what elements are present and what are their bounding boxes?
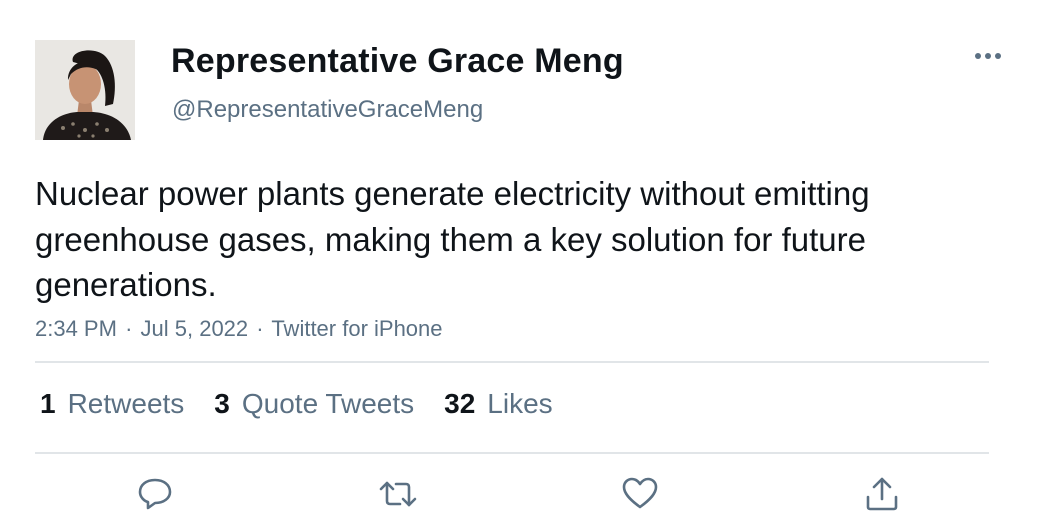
quote-tweets-stat[interactable]: 3 Quote Tweets: [214, 388, 414, 420]
quote-tweets-label: Quote Tweets: [241, 388, 415, 419]
avatar[interactable]: [35, 40, 135, 140]
more-options-button[interactable]: [966, 42, 1010, 70]
user-handle[interactable]: @RepresentativeGraceMeng: [172, 96, 483, 124]
retweet-icon: [379, 481, 417, 507]
quote-tweets-count: 3: [214, 388, 230, 419]
divider: [35, 452, 989, 454]
retweets-label: Retweets: [67, 388, 185, 419]
retweet-button[interactable]: [378, 474, 418, 514]
tweet-text: Nuclear power plants generate electricit…: [35, 175, 870, 303]
divider: [35, 361, 989, 363]
reply-button[interactable]: [135, 474, 175, 514]
separator: ·: [256, 316, 264, 341]
likes-label: Likes: [487, 388, 553, 419]
tweet-date[interactable]: Jul 5, 2022: [141, 316, 249, 341]
separator: ·: [125, 316, 133, 341]
likes-count: 32: [444, 388, 476, 419]
likes-stat[interactable]: 32 Likes: [444, 388, 553, 420]
engagement-stats: 1 Retweets 3 Quote Tweets 32 Likes: [40, 388, 583, 420]
display-name[interactable]: Representative Grace Meng: [171, 42, 624, 81]
tweet-card: Representative Grace Meng @Representativ…: [0, 0, 1050, 525]
share-icon: [866, 477, 898, 511]
heart-icon: [622, 477, 658, 509]
tweet-metadata: 2:34 PM · Jul 5, 2022 · Twitter for iPho…: [35, 316, 443, 342]
retweets-stat[interactable]: 1 Retweets: [40, 388, 184, 420]
reply-icon: [138, 478, 172, 510]
avatar-image: [35, 40, 135, 140]
tweet-source[interactable]: Twitter for iPhone: [271, 316, 442, 341]
tweet-time[interactable]: 2:34 PM: [35, 316, 117, 341]
like-button[interactable]: [620, 474, 660, 514]
share-button[interactable]: [862, 474, 902, 514]
retweets-count: 1: [40, 388, 56, 419]
more-icon: [975, 53, 1001, 59]
